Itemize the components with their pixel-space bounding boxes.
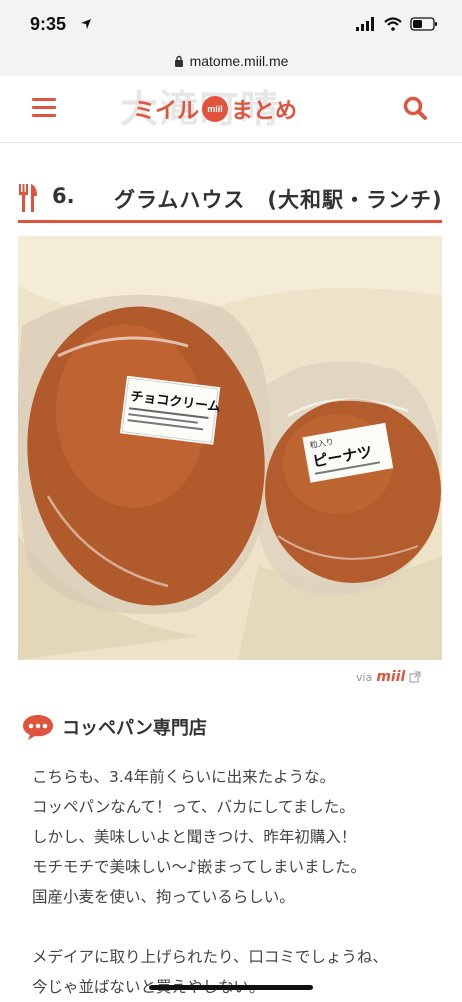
url-text: matome.miil.me xyxy=(189,53,289,69)
via-brand: miil xyxy=(376,669,406,685)
article-body: こちらも、3.4年前くらいに出来たような。 コッペパンなんて！って、バカにしてま… xyxy=(32,762,442,1002)
via-label: via xyxy=(356,670,373,684)
status-time: 9:35 xyxy=(30,14,67,34)
hamburger-menu-icon[interactable] xyxy=(32,98,56,118)
signal-icon xyxy=(356,17,374,31)
section-heading: 6. グラムハウス (大和駅・ランチ) xyxy=(18,180,442,223)
body-line: しかし、美味しいよと聞きつけ、昨年初購入！ xyxy=(32,828,357,846)
lock-icon xyxy=(174,55,183,67)
address-bar[interactable]: matome.miil.me xyxy=(0,46,462,76)
search-icon[interactable] xyxy=(402,95,428,121)
label-chocolate-cream: チョコクリーム xyxy=(119,375,221,445)
status-bar: 9:35 xyxy=(0,0,462,46)
site-header: 大滝町晴 ミイル miil まとめ xyxy=(0,76,462,143)
wifi-icon xyxy=(384,17,402,31)
fork-knife-icon xyxy=(19,184,37,212)
battery-icon xyxy=(410,17,437,31)
logo-mark: miil xyxy=(202,96,229,122)
sub-heading: コッペパン専門店 xyxy=(22,712,207,742)
section-number: 6. xyxy=(52,184,75,208)
sub-heading-text: コッペパン専門店 xyxy=(62,718,207,739)
location-arrow-icon xyxy=(81,19,91,29)
bread-photo[interactable]: チョコクリーム 粒入り ピーナツ xyxy=(18,236,442,660)
body-line: モチモチで美味しい〜♪嵌まってしまいました。 xyxy=(32,858,366,876)
speech-bubble-icon xyxy=(23,715,53,740)
photo-credit[interactable]: via miil xyxy=(356,668,442,686)
section-title: グラムハウス (大和駅・ランチ) xyxy=(114,188,443,212)
site-logo[interactable]: ミイル miil まとめ xyxy=(133,94,297,124)
body-line: コッペパンなんて！って、バカにしてました。 xyxy=(32,798,355,816)
body-line: こちらも、3.4年前くらいに出来たような。 xyxy=(32,768,336,786)
body-line: 国産小麦を使い、拘っているらしい。 xyxy=(32,888,295,906)
body-blank-line xyxy=(32,912,442,942)
home-indicator[interactable] xyxy=(149,985,313,990)
external-link-icon xyxy=(409,671,421,683)
logo-text-left: ミイル xyxy=(133,99,200,124)
body-line: メデイアに取り上げられたり、口コミでしょうね、 xyxy=(32,948,388,966)
status-indicators xyxy=(356,16,438,32)
logo-text-right: まとめ xyxy=(231,99,298,124)
